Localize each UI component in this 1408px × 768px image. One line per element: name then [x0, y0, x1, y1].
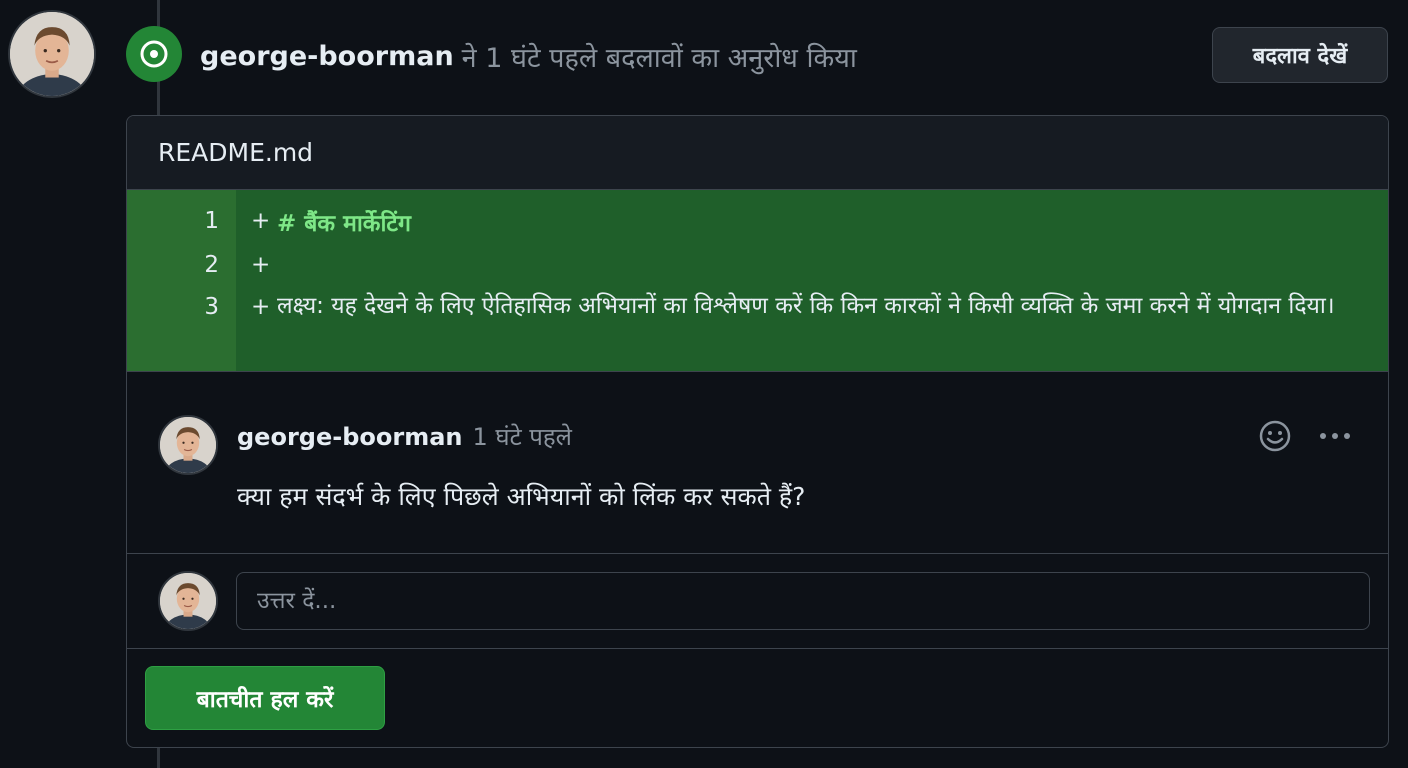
avatar[interactable]	[8, 10, 96, 98]
dot-circle-icon	[126, 26, 182, 82]
avatar[interactable]	[158, 415, 218, 475]
line-number[interactable]: 3	[127, 294, 219, 320]
kebab-horizontal-icon[interactable]	[1315, 420, 1355, 452]
reply-row	[127, 554, 1388, 649]
diff-line-code: लक्ष्य: यह देखने के लिए ऐतिहासिक अभियानो…	[277, 293, 1335, 319]
diff-line: 2 +	[127, 244, 1388, 288]
diff-added-marker: +	[251, 252, 271, 278]
diff-line: 3 + लक्ष्य: यह देखने के लिए ऐतिहासिक अभि…	[127, 284, 1388, 372]
review-thread-page: george-boorman ने 1 घंटे पहले बदलावों का…	[0, 0, 1408, 768]
review-thread: README.md 1 + # बैंक मार्केटिंग 2 + 3 + …	[126, 115, 1389, 748]
resolve-conversation-button[interactable]: बातचीत हल करें	[145, 666, 385, 730]
diff-added-marker: +	[251, 208, 271, 234]
diff-line-code: # बैंक मार्केटिंग	[277, 211, 411, 237]
diff-line: 1 + # बैंक मार्केटिंग	[127, 200, 1388, 244]
avatar	[158, 571, 218, 631]
smiley-icon[interactable]	[1258, 419, 1292, 453]
comment-timestamp[interactable]: 1 घंटे पहले	[472, 420, 571, 453]
comment-meta: george-boorman 1 घंटे पहले	[237, 420, 572, 453]
file-header: README.md	[127, 116, 1388, 190]
diff-hunk: 1 + # बैंक मार्केटिंग 2 + 3 + लक्ष्य: यह…	[127, 190, 1388, 372]
file-name-link[interactable]: README.md	[158, 138, 313, 167]
line-number[interactable]: 1	[127, 208, 219, 234]
view-changes-button[interactable]: बदलाव देखें	[1212, 27, 1388, 83]
header-username-link[interactable]: george-boorman	[200, 41, 454, 72]
review-comment: george-boorman 1 घंटे पहले क्या हम संदर्…	[127, 372, 1388, 554]
comment-body: क्या हम संदर्भ के लिए पिछले अभियानों को …	[237, 482, 806, 511]
comment-author-link[interactable]: george-boorman	[237, 423, 462, 451]
timeline-event-text: george-boorman ने 1 घंटे पहले बदलावों का…	[200, 36, 857, 76]
diff-added-marker: +	[251, 294, 271, 320]
header-action-text: ने 1 घंटे पहले बदलावों का अनुरोध किया	[461, 42, 857, 74]
line-number[interactable]: 2	[127, 252, 219, 278]
reply-input[interactable]	[236, 572, 1370, 630]
